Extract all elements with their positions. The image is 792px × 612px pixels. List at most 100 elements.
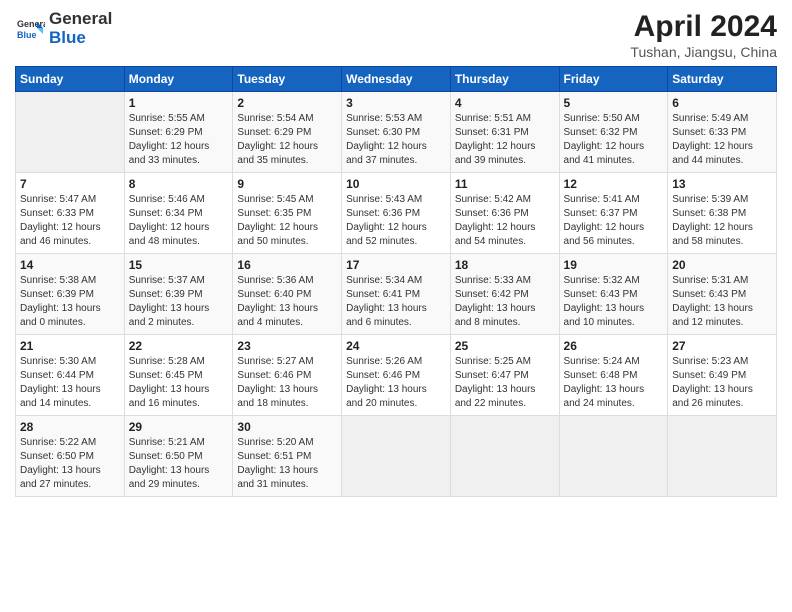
calendar-cell: 15 Sunrise: 5:37 AM Sunset: 6:39 PM Dayli… <box>124 254 233 335</box>
calendar-cell <box>668 416 777 497</box>
day-number: 26 <box>564 339 664 353</box>
calendar-cell: 17Sunrise: 5:34 AM Sunset: 6:41 PM Dayli… <box>342 254 451 335</box>
day-info: Sunrise: 5:53 AM Sunset: 6:30 PM Dayligh… <box>346 112 446 168</box>
calendar-cell: 23 Sunrise: 5:27 AM Sunset: 6:46 PM Dayli… <box>233 335 342 416</box>
day-number: 30 <box>237 420 337 434</box>
day-info: Sunrise: 5:43 AM Sunset: 6:36 PM Dayligh… <box>346 193 446 249</box>
day-info: Sunrise: 5:55 AM Sunset: 6:29 PM Dayligh… <box>129 112 229 168</box>
day-number: 20 <box>672 258 772 272</box>
calendar-cell: 1 Sunrise: 5:55 AM Sunset: 6:29 PM Daylig… <box>124 92 233 173</box>
calendar-cell: 21Sunrise: 5:30 AM Sunset: 6:44 PM Dayli… <box>16 335 125 416</box>
logo: General Blue General Blue <box>15 10 112 47</box>
calendar-cell: 18Sunrise: 5:33 AM Sunset: 6:42 PM Dayli… <box>450 254 559 335</box>
day-info: Sunrise: 5:24 AM Sunset: 6:48 PM Dayligh… <box>564 355 664 411</box>
calendar-cell: 10 Sunrise: 5:43 AM Sunset: 6:36 PM Dayli… <box>342 173 451 254</box>
day-number: 22 <box>129 339 229 353</box>
calendar-cell: 11Sunrise: 5:42 AM Sunset: 6:36 PM Dayli… <box>450 173 559 254</box>
day-info: Sunrise: 5:20 AM Sunset: 6:51 PM Dayligh… <box>237 436 337 492</box>
col-thursday: Thursday <box>450 67 559 92</box>
day-info: Sunrise: 5:39 AM Sunset: 6:38 PM Dayligh… <box>672 193 772 249</box>
calendar-week-3: 14Sunrise: 5:38 AM Sunset: 6:39 PM Dayli… <box>16 254 777 335</box>
calendar-cell: 14Sunrise: 5:38 AM Sunset: 6:39 PM Dayli… <box>16 254 125 335</box>
day-info: Sunrise: 5:27 AM Sunset: 6:46 PM Dayligh… <box>237 355 337 411</box>
main-container: General Blue General Blue April 2024 Tus… <box>0 0 792 507</box>
logo-general-text: General <box>49 10 112 29</box>
calendar-cell: 30 Sunrise: 5:20 AM Sunset: 6:51 PM Dayli… <box>233 416 342 497</box>
col-sunday: Sunday <box>16 67 125 92</box>
day-number: 12 <box>564 177 664 191</box>
day-info: Sunrise: 5:30 AM Sunset: 6:44 PM Dayligh… <box>20 355 120 411</box>
day-number: 29 <box>129 420 229 434</box>
day-number: 28 <box>20 420 120 434</box>
day-number: 8 <box>129 177 229 191</box>
calendar-week-5: 28 Sunrise: 5:22 AM Sunset: 6:50 PM Dayli… <box>16 416 777 497</box>
calendar-cell <box>342 416 451 497</box>
calendar-cell: 26 Sunrise: 5:24 AM Sunset: 6:48 PM Dayli… <box>559 335 668 416</box>
calendar-cell <box>16 92 125 173</box>
day-number: 19 <box>564 258 664 272</box>
day-number: 16 <box>237 258 337 272</box>
day-number: 3 <box>346 96 446 110</box>
logo-blue-text: Blue <box>49 29 112 48</box>
day-info: Sunrise: 5:41 AM Sunset: 6:37 PM Dayligh… <box>564 193 664 249</box>
calendar-cell: 20 Sunrise: 5:31 AM Sunset: 6:43 PM Dayli… <box>668 254 777 335</box>
calendar-cell: 19Sunrise: 5:32 AM Sunset: 6:43 PM Dayli… <box>559 254 668 335</box>
day-number: 7 <box>20 177 120 191</box>
day-info: Sunrise: 5:45 AM Sunset: 6:35 PM Dayligh… <box>237 193 337 249</box>
col-monday: Monday <box>124 67 233 92</box>
col-saturday: Saturday <box>668 67 777 92</box>
calendar-cell: 8 Sunrise: 5:46 AM Sunset: 6:34 PM Daylig… <box>124 173 233 254</box>
logo-icon: General Blue <box>15 14 45 44</box>
calendar-cell: 29Sunrise: 5:21 AM Sunset: 6:50 PM Dayli… <box>124 416 233 497</box>
day-info: Sunrise: 5:54 AM Sunset: 6:29 PM Dayligh… <box>237 112 337 168</box>
day-number: 25 <box>455 339 555 353</box>
location: Tushan, Jiangsu, China <box>630 44 777 60</box>
day-info: Sunrise: 5:42 AM Sunset: 6:36 PM Dayligh… <box>455 193 555 249</box>
day-number: 6 <box>672 96 772 110</box>
header-row: Sunday Monday Tuesday Wednesday Thursday… <box>16 67 777 92</box>
day-number: 23 <box>237 339 337 353</box>
calendar-week-4: 21Sunrise: 5:30 AM Sunset: 6:44 PM Dayli… <box>16 335 777 416</box>
day-info: Sunrise: 5:31 AM Sunset: 6:43 PM Dayligh… <box>672 274 772 330</box>
day-number: 15 <box>129 258 229 272</box>
day-number: 17 <box>346 258 446 272</box>
calendar-cell <box>559 416 668 497</box>
calendar-cell: 24Sunrise: 5:26 AM Sunset: 6:46 PM Dayli… <box>342 335 451 416</box>
calendar-cell <box>450 416 559 497</box>
day-info: Sunrise: 5:28 AM Sunset: 6:45 PM Dayligh… <box>129 355 229 411</box>
day-info: Sunrise: 5:49 AM Sunset: 6:33 PM Dayligh… <box>672 112 772 168</box>
day-info: Sunrise: 5:50 AM Sunset: 6:32 PM Dayligh… <box>564 112 664 168</box>
calendar-cell: 9 Sunrise: 5:45 AM Sunset: 6:35 PM Daylig… <box>233 173 342 254</box>
calendar-cell: 13 Sunrise: 5:39 AM Sunset: 6:38 PM Dayli… <box>668 173 777 254</box>
logo-text: General Blue <box>49 10 112 47</box>
calendar-week-1: 1 Sunrise: 5:55 AM Sunset: 6:29 PM Daylig… <box>16 92 777 173</box>
calendar-cell: 3 Sunrise: 5:53 AM Sunset: 6:30 PM Daylig… <box>342 92 451 173</box>
day-number: 24 <box>346 339 446 353</box>
calendar-header: Sunday Monday Tuesday Wednesday Thursday… <box>16 67 777 92</box>
day-number: 9 <box>237 177 337 191</box>
calendar-cell: 22 Sunrise: 5:28 AM Sunset: 6:45 PM Dayli… <box>124 335 233 416</box>
day-number: 13 <box>672 177 772 191</box>
calendar-week-2: 7 Sunrise: 5:47 AM Sunset: 6:33 PM Daylig… <box>16 173 777 254</box>
day-info: Sunrise: 5:37 AM Sunset: 6:39 PM Dayligh… <box>129 274 229 330</box>
day-number: 18 <box>455 258 555 272</box>
day-number: 10 <box>346 177 446 191</box>
calendar-cell: 16Sunrise: 5:36 AM Sunset: 6:40 PM Dayli… <box>233 254 342 335</box>
day-number: 14 <box>20 258 120 272</box>
day-info: Sunrise: 5:23 AM Sunset: 6:49 PM Dayligh… <box>672 355 772 411</box>
calendar-cell: 7 Sunrise: 5:47 AM Sunset: 6:33 PM Daylig… <box>16 173 125 254</box>
day-info: Sunrise: 5:47 AM Sunset: 6:33 PM Dayligh… <box>20 193 120 249</box>
day-info: Sunrise: 5:22 AM Sunset: 6:50 PM Dayligh… <box>20 436 120 492</box>
day-number: 5 <box>564 96 664 110</box>
month-title: April 2024 <box>630 10 777 44</box>
day-number: 1 <box>129 96 229 110</box>
calendar-cell: 25 Sunrise: 5:25 AM Sunset: 6:47 PM Dayli… <box>450 335 559 416</box>
day-info: Sunrise: 5:46 AM Sunset: 6:34 PM Dayligh… <box>129 193 229 249</box>
day-number: 4 <box>455 96 555 110</box>
day-number: 27 <box>672 339 772 353</box>
day-number: 2 <box>237 96 337 110</box>
day-info: Sunrise: 5:25 AM Sunset: 6:47 PM Dayligh… <box>455 355 555 411</box>
svg-text:Blue: Blue <box>17 30 37 40</box>
col-friday: Friday <box>559 67 668 92</box>
calendar-cell: 4Sunrise: 5:51 AM Sunset: 6:31 PM Daylig… <box>450 92 559 173</box>
